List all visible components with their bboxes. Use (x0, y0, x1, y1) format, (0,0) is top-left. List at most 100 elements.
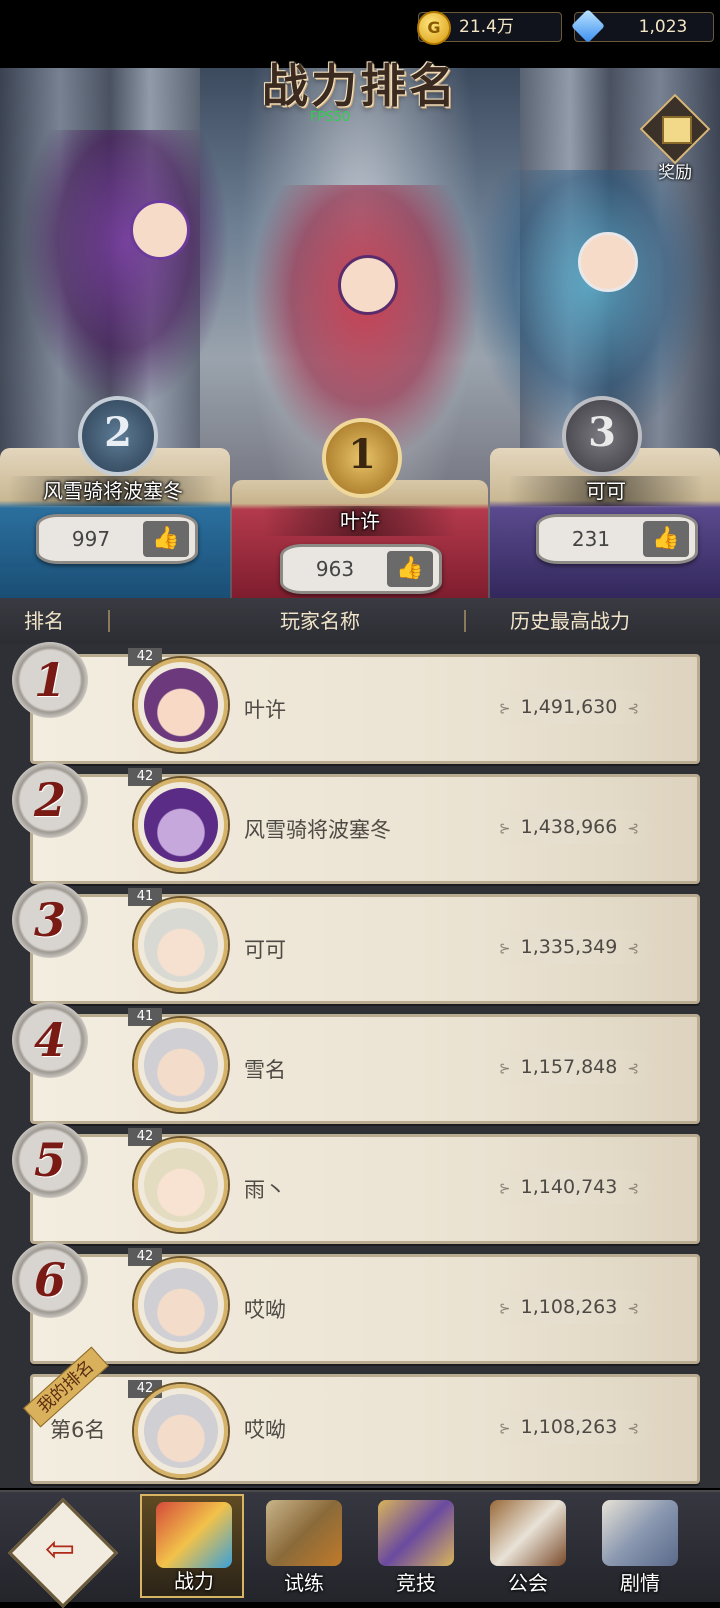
ornament-right-icon: ⊰ (627, 821, 640, 837)
podium-name-rank-3: 可可 (508, 476, 704, 506)
player-avatar[interactable] (134, 1138, 228, 1232)
like-count: 231 (571, 527, 611, 551)
rank-coin-1: 1 (12, 642, 88, 718)
header-rank: 排名 (24, 609, 64, 633)
player-power: ⊱ 1,335,349 ⊰ (486, 930, 652, 964)
ornament-left-icon: ⊱ (498, 1181, 511, 1197)
ornament-left-icon: ⊱ (498, 821, 511, 837)
page-title: 战力排名 FPS50 (250, 50, 470, 125)
character-head (130, 200, 190, 260)
tab-story[interactable]: 剧情 (588, 1494, 692, 1598)
gem-counter[interactable]: 1,023 (571, 9, 714, 43)
power-value: 1,108,263 (520, 1416, 618, 1438)
player-name: 风雪骑将波塞冬 (244, 818, 391, 842)
gold-counter[interactable]: G 21.4万 (417, 11, 562, 45)
beer-mug-icon (490, 1500, 566, 1566)
banner-icon (378, 1500, 454, 1566)
medal-rank-1: 1 (322, 418, 402, 498)
my-power: ⊱ 1,108,263 ⊰ (486, 1410, 652, 1444)
player-name: 雪名 (244, 1058, 286, 1082)
power-ranking-icon (156, 1502, 232, 1568)
title-text: 战力排名 (262, 59, 458, 113)
diamond-icon (571, 9, 605, 43)
gold-amount: 21.4万 (459, 17, 514, 37)
like-count: 997 (71, 527, 111, 551)
medal-rank-2: 2 (78, 396, 158, 476)
rank-coin-3: 3 (12, 882, 88, 958)
book-icon (602, 1500, 678, 1566)
my-avatar[interactable] (134, 1384, 228, 1478)
tab-power[interactable]: 战力 (140, 1494, 244, 1598)
avatar-face (144, 788, 218, 862)
gift-icon (662, 116, 692, 144)
player-name: 叶许 (244, 698, 286, 722)
player-avatar[interactable] (134, 778, 228, 872)
exit-arrow-icon: ⇦ (44, 1529, 76, 1570)
power-value: 1,335,349 (520, 936, 618, 958)
power-value: 1,108,263 (520, 1296, 618, 1318)
power-value: 1,140,743 (520, 1176, 618, 1198)
like-button-rank-1[interactable]: 963 👍 (280, 544, 442, 594)
ornament-right-icon: ⊰ (627, 701, 640, 717)
medal-rank-3: 3 (562, 396, 642, 476)
avatar-face (144, 908, 218, 982)
like-count: 963 (315, 557, 355, 581)
tab-label: 战力 (174, 1569, 214, 1593)
tab-trial[interactable]: 试练 (252, 1494, 356, 1598)
avatar-face (144, 1028, 218, 1102)
ornament-right-icon: ⊰ (627, 1301, 640, 1317)
avatar-face (144, 1148, 218, 1222)
character-rank-2[interactable] (20, 130, 230, 410)
ornament-left-icon: ⊱ (498, 701, 511, 717)
tab-label: 剧情 (620, 1571, 660, 1595)
tab-arena[interactable]: 竞技 (364, 1494, 468, 1598)
podium-name-rank-2: 风雪骑将波塞冬 (8, 476, 218, 506)
ornament-right-icon: ⊰ (627, 1181, 640, 1197)
ornament-right-icon: ⊰ (627, 941, 640, 957)
header-highest-power: 历史最高战力 (510, 609, 630, 633)
avatar-face (144, 668, 218, 742)
tab-guild[interactable]: 公会 (476, 1494, 580, 1598)
reward-button[interactable]: 奖励 (639, 93, 711, 183)
scroll-icon (266, 1500, 342, 1566)
rank-coin-2: 2 (12, 762, 88, 838)
my-rank-text: 第6名 (50, 1418, 106, 1442)
character-head (338, 255, 398, 315)
ornament-left-icon: ⊱ (498, 941, 511, 957)
like-button-rank-3[interactable]: 231 👍 (536, 514, 698, 564)
thumbs-up-icon: 👍 (643, 521, 689, 557)
ranking-header: 排名 玩家名称 历史最高战力 (0, 598, 720, 644)
header-player-name: 玩家名称 (280, 609, 360, 633)
player-power: ⊱ 1,438,966 ⊰ (486, 810, 652, 844)
player-name: 哎呦 (244, 1298, 286, 1322)
podium-name-rank-1: 叶许 (262, 506, 458, 536)
rank-coin-6: 6 (12, 1242, 88, 1318)
player-avatar[interactable] (134, 658, 228, 752)
fps-watermark: FPS50 (310, 110, 351, 125)
thumbs-up-icon: 👍 (143, 521, 189, 557)
tab-label: 试练 (284, 1571, 324, 1595)
power-value: 1,438,966 (520, 816, 618, 838)
power-value: 1,157,848 (520, 1056, 618, 1078)
gem-amount: 1,023 (638, 17, 688, 37)
player-avatar[interactable] (134, 1258, 228, 1352)
player-avatar[interactable] (134, 1018, 228, 1112)
player-power: ⊱ 1,491,630 ⊰ (486, 690, 652, 724)
like-button-rank-2[interactable]: 997 👍 (36, 514, 198, 564)
header-divider (464, 610, 466, 632)
tab-label: 竞技 (396, 1571, 436, 1595)
ornament-left-icon: ⊱ (498, 1061, 511, 1077)
player-avatar[interactable] (134, 898, 228, 992)
avatar-face (144, 1268, 218, 1342)
rank-coin-5: 5 (12, 1122, 88, 1198)
ornament-right-icon: ⊰ (627, 1061, 640, 1077)
rank-coin-4: 4 (12, 1002, 88, 1078)
player-power: ⊱ 1,140,743 ⊰ (486, 1170, 652, 1204)
ornament-left-icon: ⊱ (498, 1301, 511, 1317)
player-power: ⊱ 1,108,263 ⊰ (486, 1290, 652, 1324)
my-name: 哎呦 (244, 1418, 286, 1442)
avatar-face (144, 1394, 218, 1468)
player-name: 雨丶 (244, 1178, 286, 1202)
player-name: 可可 (244, 938, 286, 962)
thumbs-up-icon: 👍 (387, 551, 433, 587)
